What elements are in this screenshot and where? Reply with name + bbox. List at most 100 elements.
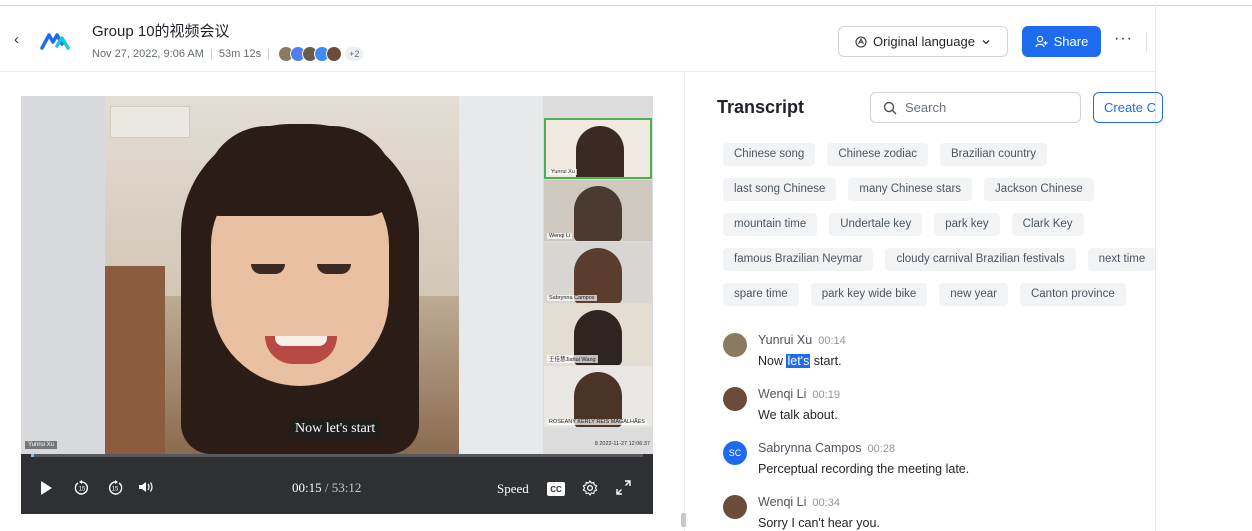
avatar — [723, 495, 747, 519]
transcript-entry[interactable]: SC Sabrynna Campos 00:28 Perceptual recor… — [723, 439, 1153, 493]
chevron-down-icon — [982, 39, 990, 44]
thumbnail-tile[interactable]: ROSEANY KERLY REIS MAGALHÃES — [544, 366, 652, 427]
keyword-tag[interactable]: Jackson Chinese — [984, 178, 1094, 201]
timestamp[interactable]: 00:28 — [868, 443, 896, 455]
thumbnail-name: Yunrui Xu — [549, 169, 577, 175]
keyword-tag[interactable]: park key — [934, 213, 1000, 236]
current-time: 00:15 — [292, 480, 322, 495]
avatar — [723, 333, 747, 357]
transcript-entry[interactable]: Wenqi Li 00:34 Sorry I can't hear you. — [723, 493, 1153, 531]
translate-icon — [855, 35, 867, 48]
thumbnail-name: ROSEANY KERLY REIS MAGALHÃES — [547, 419, 647, 425]
keyword-tag[interactable]: Canton province — [1019, 283, 1126, 306]
main-speaker-video — [105, 96, 459, 454]
forward-15-icon: 15 — [109, 480, 123, 495]
forward-15-button[interactable]: 15 — [107, 480, 123, 496]
avatar: SC — [723, 441, 747, 465]
thumbnails-footer: 8 2022-11-27 12:06:37 — [594, 441, 650, 447]
keyword-tag[interactable]: spare time — [723, 283, 799, 306]
scrollbar-thumb[interactable] — [681, 513, 686, 527]
keyword-tag[interactable]: cloudy carnival Brazilian festivals — [885, 248, 1076, 271]
speaker-line: Wenqi Li 00:19 — [758, 387, 840, 401]
transcript-messages: Yunrui Xu 00:14 Now let's start. Wenqi Li… — [723, 331, 1153, 531]
keyword-tag[interactable]: last song Chinese — [723, 178, 837, 201]
video-player[interactable]: Yunrui Xu Yunrui Xu Wenqi Li Sabrynna Ca… — [21, 96, 653, 514]
volume-button[interactable] — [138, 480, 154, 494]
video-letterbox-left — [21, 96, 105, 454]
keyword-tag[interactable]: Chinese song — [723, 143, 816, 166]
meta-divider — [268, 48, 270, 60]
subtitle-caption: Now let's start — [289, 418, 382, 440]
speaker-name: Wenqi Li — [758, 495, 807, 509]
video-letterbox-right — [459, 96, 543, 454]
back-button[interactable]: ‹ — [14, 32, 26, 48]
meeting-header: ‹ Group 10的视频会议 Nov 27, 2022, 9:06 AM 53… — [0, 6, 1155, 72]
thumbnail-tile[interactable]: 王佳慧Jiahui Wang — [544, 304, 652, 365]
keyword-tag[interactable]: many Chinese stars — [848, 178, 973, 201]
keyword-tag[interactable]: famous Brazilian Neymar — [723, 248, 874, 271]
keyword-tag[interactable]: Chinese zodiac — [827, 143, 928, 166]
panel-divider — [684, 72, 685, 531]
search-highlight: let's — [786, 354, 811, 368]
speaker-name: Sabrynna Campos — [758, 441, 862, 455]
transcript-entry[interactable]: Yunrui Xu 00:14 Now let's start. — [723, 331, 1153, 385]
transcript-content: Chinese song Chinese zodiac Brazilian co… — [700, 80, 1155, 531]
progress-fill — [31, 454, 35, 457]
original-language-dropdown[interactable]: Original language — [838, 26, 1008, 57]
timestamp[interactable]: 00:34 — [812, 497, 840, 509]
keyword-tag[interactable]: new year — [939, 283, 1008, 306]
gear-icon — [582, 480, 598, 496]
progress-bar[interactable] — [31, 454, 643, 457]
speaker-line: Wenqi Li 00:34 — [758, 495, 840, 509]
thumbnail-name: 王佳慧Jiahui Wang — [547, 355, 598, 363]
player-controls: 15 15 00:15 / 53:12 Speed CC — [21, 454, 653, 514]
speaker-eye — [251, 264, 285, 274]
meeting-duration: 53m 12s — [218, 48, 262, 60]
background-door — [105, 266, 165, 454]
app-window: ‹ Group 10的视频会议 Nov 27, 2022, 9:06 AM 53… — [0, 0, 1252, 531]
settings-button[interactable] — [582, 480, 598, 496]
tag-row: last song Chinese many Chinese stars Jac… — [723, 178, 1155, 201]
text-segment: start. — [810, 354, 842, 368]
avatars-more-count: +2 — [345, 47, 364, 61]
keyword-tag[interactable]: Brazilian country — [939, 143, 1047, 166]
speaker-teeth — [275, 336, 327, 346]
thumbnail-tile[interactable]: Sabrynna Campos — [544, 242, 652, 303]
rewind-15-button[interactable]: 15 — [74, 480, 90, 496]
keyword-tag[interactable]: Undertale key — [829, 213, 923, 236]
tag-row: mountain time Undertale key park key Cla… — [723, 213, 1155, 236]
keyword-tag[interactable]: mountain time — [723, 213, 818, 236]
keyword-tag[interactable]: park key wide bike — [810, 283, 928, 306]
meeting-meta: Nov 27, 2022, 9:06 AM 53m 12s +2 — [92, 46, 364, 62]
transcript-text: We talk about. — [758, 408, 838, 422]
speaker-line: Sabrynna Campos 00:28 — [758, 441, 895, 455]
fullscreen-button[interactable] — [616, 480, 631, 495]
more-options-button[interactable]: ··· — [1114, 30, 1133, 48]
thumbnail-tile[interactable]: Wenqi Li — [544, 180, 652, 241]
participant-thumbnails: Yunrui Xu Wenqi Li Sabrynna Campos 王佳慧Ji… — [543, 96, 653, 454]
avatar — [723, 387, 747, 411]
speaker-bangs — [205, 126, 395, 216]
timestamp[interactable]: 00:19 — [812, 389, 840, 401]
air-conditioner — [110, 106, 190, 138]
keyword-tag[interactable]: next time — [1087, 248, 1155, 271]
transcript-entry[interactable]: Wenqi Li 00:19 We talk about. — [723, 385, 1153, 439]
video-stage: Yunrui Xu Yunrui Xu Wenqi Li Sabrynna Ca… — [21, 96, 653, 454]
participant-avatars[interactable]: +2 — [278, 46, 364, 62]
play-button[interactable] — [39, 480, 53, 496]
share-button[interactable]: Share — [1022, 26, 1101, 57]
main-speaker-name: Yunrui Xu — [25, 441, 58, 449]
keyword-tags: Chinese song Chinese zodiac Brazilian co… — [723, 143, 1155, 318]
thumbnail-tile[interactable]: Yunrui Xu — [544, 118, 652, 179]
meta-divider — [210, 48, 212, 60]
language-label: Original language — [873, 34, 975, 49]
app-logo-icon — [40, 33, 70, 50]
keyword-tag[interactable]: Clark Key — [1011, 213, 1084, 236]
participant-video — [574, 186, 622, 241]
speed-button[interactable]: Speed — [497, 481, 529, 497]
closed-captions-button[interactable]: CC — [547, 482, 565, 496]
timestamp[interactable]: 00:14 — [818, 335, 846, 347]
right-border — [1155, 5, 1156, 531]
transcript-text: Sorry I can't hear you. — [758, 516, 880, 530]
add-user-icon — [1035, 35, 1048, 48]
